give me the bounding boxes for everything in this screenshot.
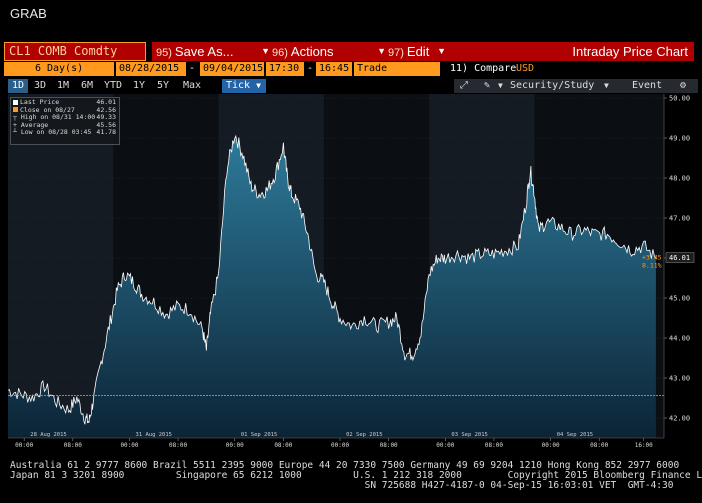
tab-1m[interactable]: 1M [52, 79, 74, 93]
date-label: 03 Sep 2015 [451, 432, 487, 438]
actions-menu[interactable]: 96) Actions ▼ [268, 42, 392, 61]
edit-label: Edit [406, 44, 430, 59]
x-tick-label: 16:00 [635, 442, 653, 449]
y-tick-label: 42.00 [669, 415, 690, 423]
add-study-icon[interactable]: ✎ [484, 79, 490, 93]
event-button[interactable]: Event [632, 79, 662, 93]
command-bar: CL1 COMB Comdty 95) Save As... ▼ 96) Actio… [4, 42, 698, 62]
footer-line: SN 725688 H427-4187-0 04-Sep-15 16:03:01… [10, 480, 674, 491]
date-label: 04 Sep 2015 [557, 432, 593, 438]
period-unit-select[interactable]: Day(s) [44, 62, 114, 76]
date-label: 31 Aug 2015 [136, 432, 172, 438]
actions-label: Actions [290, 44, 334, 59]
x-tick-label: 08:00 [380, 442, 398, 449]
change-value: +3.45 [642, 254, 662, 262]
bloomberg-footer: Australia 61 2 9777 8600 Brazil 5511 239… [10, 461, 702, 491]
price-chart[interactable]: 42.0043.0044.0045.0046.0047.0048.0049.00… [0, 92, 702, 454]
low-marker-icon: ┴ [13, 128, 21, 136]
legend-row: ┴ Low on 08/28 03:45 41.78 [13, 128, 117, 137]
edit-menu[interactable]: 97) Edit ▼ [384, 42, 452, 61]
x-tick-label: 00:00 [331, 442, 349, 449]
tab-max[interactable]: Max [178, 79, 206, 93]
end-date-field[interactable]: 09/04/2015 [200, 62, 264, 76]
chevron-down-icon[interactable]: ▼ [498, 79, 503, 93]
x-tick-label: 08:00 [64, 442, 82, 449]
y-tick-label: 43.00 [669, 375, 690, 383]
date-label: 01 Sep 2015 [241, 432, 277, 438]
tab-1y[interactable]: 1Y [128, 79, 150, 93]
start-date-field[interactable]: 08/28/2015 [116, 62, 186, 76]
x-tick-label: 00:00 [226, 442, 244, 449]
chart-toolbar: ⤢ ✎ ▼ Security/Study ▼ Event ⚙ [454, 79, 698, 93]
tab-6m[interactable]: 6M [76, 79, 98, 93]
x-tick-label: 08:00 [485, 442, 503, 449]
save-as-label: Save As... [174, 44, 234, 59]
window-title: GRAB [10, 6, 47, 21]
y-tick-label: 45.00 [669, 295, 690, 303]
tab-ytd[interactable]: YTD [100, 79, 126, 93]
last-price-tag: 46.01 +3.45 8.11% [642, 252, 695, 270]
tick-label: Tick [226, 80, 251, 91]
edit-number: 97) [388, 47, 404, 59]
tab-3d[interactable]: 3D [30, 79, 50, 93]
y-tick-label: 47.00 [669, 215, 690, 223]
currency-label[interactable]: USD [516, 62, 534, 76]
change-pct-value: 8.11% [642, 262, 662, 270]
save-as-menu[interactable]: 95) Save As... ▼ [152, 42, 276, 61]
date-label: 02 Sep 2015 [346, 432, 382, 438]
y-tick-label: 49.00 [669, 135, 690, 143]
x-tick-label: 00:00 [542, 442, 560, 449]
end-time-field[interactable]: 16:45 [316, 62, 352, 76]
save-as-number: 95) [156, 47, 172, 59]
legend-swatch [13, 99, 18, 105]
date-label: 28 Aug 2015 [30, 432, 66, 438]
data-mode-select[interactable]: Trade [354, 62, 440, 76]
study-button[interactable]: Security/Study [510, 79, 594, 93]
gear-icon[interactable]: ⚙ [680, 79, 686, 93]
chevron-down-icon[interactable]: ▼ [604, 79, 609, 93]
compare-number: 11) [450, 63, 469, 74]
x-tick-label: 08:00 [590, 442, 608, 449]
x-tick-label: 00:00 [436, 442, 454, 449]
x-tick-label: 00:00 [15, 442, 33, 449]
date-separator: - [189, 63, 196, 74]
chevron-down-icon: ▼ [437, 46, 446, 56]
start-time-field[interactable]: 17:30 [266, 62, 304, 76]
resize-icon[interactable]: ⤢ [460, 79, 468, 93]
tick-select[interactable]: Tick ▼ [222, 79, 266, 93]
parameter-bar: 6 Day(s) 08/28/2015 - 09/04/2015 17:30 -… [4, 62, 698, 77]
x-tick-label: 08:00 [169, 442, 187, 449]
chevron-down-icon: ▼ [256, 81, 261, 90]
legend-swatch [13, 107, 18, 112]
time-separator: - [307, 63, 314, 74]
last-price-value: 46.01 [669, 254, 690, 262]
legend-value: 41.78 [96, 128, 116, 136]
y-tick-label: 50.00 [669, 95, 690, 103]
legend-label: Low on 08/28 03:45 [20, 128, 92, 136]
period-count-field[interactable]: 6 [4, 62, 44, 76]
chart-legend[interactable]: Last Price 46.01 Close on 08/27 42.56 ┬ Hi… [10, 97, 120, 145]
x-tick-label: 00:00 [120, 442, 138, 449]
y-tick-label: 44.00 [669, 335, 690, 343]
function-title: Intraday Price Chart [450, 42, 694, 61]
x-tick-label: 08:00 [274, 442, 292, 449]
actions-number: 96) [272, 47, 288, 59]
y-axis: 42.0043.0044.0045.0046.0047.0048.0049.00… [663, 94, 690, 438]
tab-1d[interactable]: 1D [8, 79, 28, 93]
security-field[interactable]: CL1 COMB Comdty [4, 42, 146, 61]
compare-label: Compare [474, 63, 517, 74]
period-tabs: 1D 3D 1M 6M YTD 1Y 5Y Max Tick ▼ ⤢ ✎ ▼ S… [8, 79, 698, 93]
y-tick-label: 48.00 [669, 175, 690, 183]
tab-5y[interactable]: 5Y [152, 79, 174, 93]
